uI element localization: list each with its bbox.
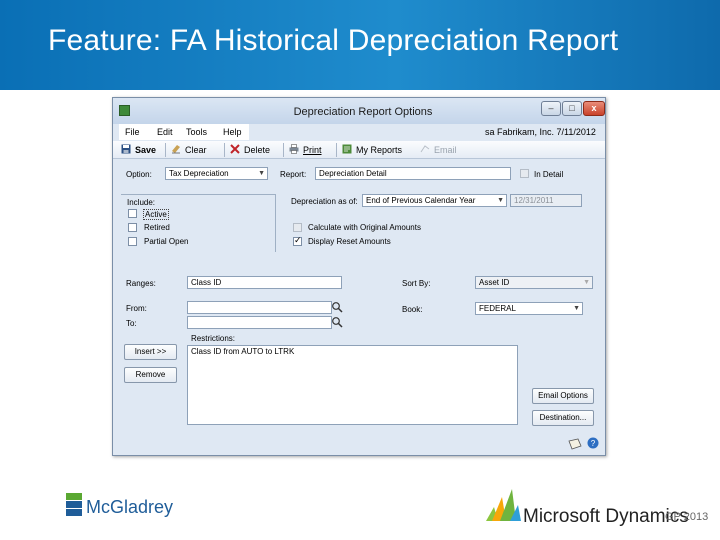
book-label: Book: — [402, 305, 423, 314]
calculate-original-checkbox[interactable] — [293, 223, 302, 232]
email-options-button[interactable]: Email Options — [532, 388, 594, 404]
gp-version-label: GP 2013 — [665, 511, 709, 523]
checkmark-icon: ✓ — [294, 235, 302, 245]
lookup-magnifier-icon[interactable] — [331, 301, 343, 313]
sort-by-dropdown[interactable]: Asset ID ▼ — [475, 276, 593, 289]
restrictions-list[interactable] — [187, 345, 518, 425]
display-reset-checkbox[interactable]: ✓ — [293, 235, 302, 246]
delete-button[interactable]: Delete — [230, 143, 270, 157]
retired-label: Retired — [144, 223, 170, 232]
app-icon — [119, 105, 130, 116]
close-button[interactable]: x — [583, 101, 605, 116]
depreciation-as-of-label: Depreciation as of: — [291, 197, 358, 206]
insert-button[interactable]: Insert >> — [124, 344, 177, 360]
in-detail-label: In Detail — [534, 170, 564, 179]
chevron-down-icon: ▼ — [573, 305, 580, 312]
menu-help[interactable]: Help — [223, 127, 242, 137]
to-field[interactable] — [187, 316, 332, 329]
note-icon[interactable] — [568, 438, 582, 450]
option-label: Option: — [126, 170, 152, 179]
retired-checkbox[interactable] — [128, 223, 137, 232]
window-titlebar[interactable]: Depreciation Report Options – □ x — [113, 98, 605, 124]
to-label: To: — [126, 319, 137, 328]
toolbar-separator — [165, 143, 166, 157]
save-button[interactable]: Save — [121, 143, 156, 157]
microsoft-dynamics-logo-text: Microsoft Dynamics — [523, 506, 689, 527]
maximize-button[interactable]: □ — [562, 101, 582, 116]
my-reports-button[interactable]: My Reports — [342, 143, 402, 157]
chevron-down-icon: ▼ — [497, 197, 504, 204]
toolbar-separator — [283, 143, 284, 157]
menu-file[interactable]: File — [125, 127, 140, 137]
user-company-date: sa Fabrikam, Inc. 7/11/2012 — [485, 127, 596, 137]
report-label: Report: — [280, 170, 307, 179]
in-detail-checkbox[interactable] — [520, 169, 529, 178]
slide-header: Feature: FA Historical Depreciation Repo… — [0, 0, 720, 90]
calculate-original-label: Calculate with Original Amounts — [308, 223, 421, 232]
mcgladrey-logo-text: McGladrey — [86, 497, 174, 517]
help-icon[interactable]: ? — [587, 437, 599, 449]
menu-bar: File Edit Tools Help sa Fabrikam, Inc. 7… — [113, 124, 605, 140]
sort-by-label: Sort By: — [402, 279, 431, 288]
reports-icon — [342, 144, 352, 154]
remove-button[interactable]: Remove — [124, 367, 177, 383]
active-checkbox[interactable] — [128, 209, 137, 218]
from-field[interactable] — [187, 301, 332, 314]
ranges-label: Ranges: — [126, 279, 156, 288]
from-label: From: — [126, 304, 147, 313]
eraser-icon — [172, 145, 180, 154]
include-label: Include: — [127, 198, 158, 207]
mcgladrey-logo-icon — [66, 493, 82, 516]
toolbar: Save Clear Delete Print My Reports Email — [113, 141, 605, 159]
display-reset-label: Display Reset Amounts — [308, 237, 391, 246]
partial-open-label: Partial Open — [144, 237, 189, 246]
destination-button[interactable]: Destination... — [532, 410, 594, 426]
book-dropdown[interactable]: FEDERAL ▼ — [475, 302, 583, 315]
slide-title: Feature: FA Historical Depreciation Repo… — [48, 24, 619, 57]
menu-strip: File Edit Tools Help — [119, 124, 249, 140]
partial-open-checkbox[interactable] — [128, 237, 137, 246]
toolbar-separator — [224, 143, 225, 157]
depreciation-report-options-window: Depreciation Report Options – □ x File E… — [112, 97, 606, 456]
restriction-item[interactable]: Class ID from AUTO to LTRK — [191, 347, 294, 356]
clear-button[interactable]: Clear — [171, 143, 207, 157]
minimize-button[interactable]: – — [541, 101, 561, 116]
ranges-dropdown[interactable]: Class ID — [187, 276, 342, 289]
save-icon — [121, 144, 131, 154]
print-button[interactable]: Print — [289, 143, 322, 157]
delete-x-icon — [230, 144, 240, 154]
chevron-down-icon: ▼ — [583, 279, 590, 286]
email-button[interactable]: Email — [420, 143, 457, 157]
depreciation-as-of-dropdown[interactable]: End of Previous Calendar Year ▼ — [362, 194, 507, 207]
report-dropdown[interactable]: Depreciation Detail — [315, 167, 511, 180]
toolbar-separator — [336, 143, 337, 157]
menu-tools[interactable]: Tools — [186, 127, 207, 137]
active-label: Active — [143, 209, 169, 220]
printer-icon — [289, 144, 299, 154]
window-title: Depreciation Report Options — [293, 106, 433, 118]
svg-text:?: ? — [591, 439, 596, 448]
microsoft-dynamics-logo-icon — [486, 489, 521, 521]
menu-edit[interactable]: Edit — [157, 127, 173, 137]
restrictions-label: Restrictions: — [191, 334, 236, 343]
depreciation-date-field[interactable]: 12/31/2011 — [510, 194, 582, 207]
lookup-magnifier-icon[interactable] — [331, 316, 343, 328]
chevron-down-icon: ▼ — [258, 170, 265, 177]
email-icon — [420, 145, 430, 153]
option-dropdown[interactable]: Tax Depreciation ▼ — [165, 167, 268, 180]
